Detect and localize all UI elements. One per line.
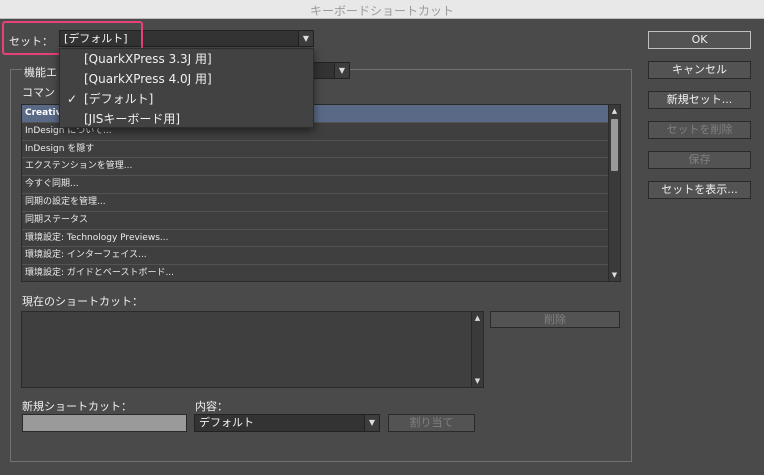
scroll-down-icon[interactable]: ▼ <box>609 269 620 281</box>
new-shortcut-field[interactable] <box>22 414 187 432</box>
menu-item-label: [QuarkXPress 4.0J 用] <box>84 72 212 86</box>
list-scrollbar[interactable]: ▲ ▼ <box>608 105 620 281</box>
scroll-down-icon[interactable]: ▼ <box>472 375 483 387</box>
context-select-value: デフォルト <box>199 416 254 429</box>
list-item[interactable]: 環境設定: ガイドとペーストボード... <box>22 265 608 281</box>
current-shortcuts-scrollbar[interactable]: ▲ ▼ <box>471 312 483 387</box>
chevron-down-icon: ▼ <box>364 415 379 431</box>
menu-item-quark40[interactable]: [QuarkXPress 4.0J 用] <box>60 69 313 89</box>
chevron-down-icon: ▼ <box>334 63 349 78</box>
assign-button[interactable]: 割り当て <box>388 414 475 432</box>
menu-item-label: [QuarkXPress 3.3J 用] <box>84 52 212 66</box>
check-icon: ✓ <box>67 92 78 106</box>
menu-item-default[interactable]: ✓ [デフォルト] <box>60 89 313 109</box>
command-list[interactable]: Creative InDesign について... InDesign を隠す エ… <box>21 104 621 282</box>
list-item[interactable]: エクステンションを管理... <box>22 158 608 177</box>
scroll-up-icon[interactable]: ▲ <box>472 312 483 324</box>
window-title: キーボードショートカット <box>309 4 454 18</box>
list-item[interactable]: 同期の設定を管理... <box>22 194 608 212</box>
current-shortcuts-label: 現在のショートカット： <box>22 295 143 308</box>
delete-set-button[interactable]: セットを削除 <box>648 121 751 139</box>
save-button[interactable]: 保存 <box>648 151 751 169</box>
area-label: 機能エ <box>22 64 59 80</box>
context-select[interactable]: デフォルト ▼ <box>194 414 380 432</box>
menu-item-label: [JISキーボード用] <box>84 112 181 126</box>
menu-item-jis[interactable]: [JISキーボード用] <box>60 109 313 129</box>
current-shortcuts-list[interactable]: ▲ ▼ <box>21 311 484 388</box>
chevron-down-icon: ▼ <box>298 31 313 46</box>
delete-shortcut-button[interactable]: 削除 <box>490 311 620 328</box>
list-item[interactable]: 今すぐ同期... <box>22 176 608 194</box>
list-item[interactable]: 同期ステータス <box>22 212 608 230</box>
set-dropdown-menu: [QuarkXPress 3.3J 用] [QuarkXPress 4.0J 用… <box>59 48 314 128</box>
list-item[interactable]: InDesign を隠す <box>22 141 608 159</box>
show-set-button[interactable]: セットを表示... <box>648 181 751 199</box>
new-shortcut-label: 新規ショートカット： <box>22 400 132 413</box>
list-item[interactable]: 環境設定: インターフェイス... <box>22 247 608 266</box>
list-item[interactable]: 環境設定: Technology Previews... <box>22 230 608 248</box>
cancel-button[interactable]: キャンセル <box>648 61 751 79</box>
context-label: 内容： <box>195 400 228 413</box>
menu-item-quark33[interactable]: [QuarkXPress 3.3J 用] <box>60 49 313 69</box>
ok-button[interactable]: OK <box>648 31 751 49</box>
window-titlebar: キーボードショートカット <box>0 0 764 19</box>
menu-item-label: [デフォルト] <box>84 92 154 106</box>
commands-label: コマン <box>22 86 55 99</box>
new-set-button[interactable]: 新規セット... <box>648 91 751 109</box>
scroll-thumb[interactable] <box>611 119 618 171</box>
scroll-up-icon[interactable]: ▲ <box>609 105 620 117</box>
